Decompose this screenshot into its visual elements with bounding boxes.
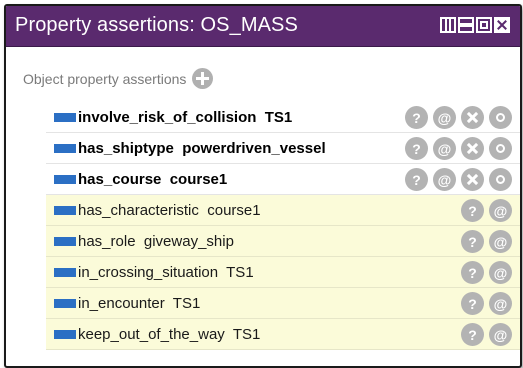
explain-button[interactable]: ? bbox=[405, 106, 428, 129]
explain-button[interactable]: ? bbox=[461, 230, 484, 253]
annotate-button[interactable]: @ bbox=[433, 168, 456, 191]
annotate-button[interactable]: @ bbox=[489, 292, 512, 315]
explain-button[interactable]: ? bbox=[461, 199, 484, 222]
panel-titlebar: Property assertions: OS_MASS bbox=[6, 6, 520, 47]
assertion-row[interactable]: has_shiptype powerdriven_vessel? @ bbox=[46, 133, 520, 164]
object-property-icon bbox=[54, 267, 76, 277]
assertion-row[interactable]: has_characteristic course1? @ bbox=[46, 195, 520, 226]
delete-button[interactable] bbox=[461, 106, 484, 129]
row-actions: ? @ bbox=[405, 106, 512, 129]
object-property-icon bbox=[54, 298, 76, 308]
close-icon[interactable] bbox=[494, 17, 510, 33]
assertion-text: has_characteristic course1 bbox=[78, 201, 261, 219]
assertion-text: in_encounter TS1 bbox=[78, 294, 201, 312]
window-controls bbox=[440, 17, 510, 33]
row-actions: ? @ bbox=[461, 323, 512, 346]
edit-button[interactable] bbox=[489, 106, 512, 129]
panel-title: Property assertions: OS_MASS bbox=[15, 14, 298, 36]
add-assertion-button[interactable] bbox=[192, 68, 214, 89]
assertion-text: involve_risk_of_collision TS1 bbox=[78, 108, 293, 126]
object-property-icon bbox=[54, 205, 76, 215]
row-actions: ? @ bbox=[461, 199, 512, 222]
assertion-list: involve_risk_of_collision TS1? @ has_shipt… bbox=[46, 102, 520, 350]
object-property-icon bbox=[54, 174, 76, 184]
annotate-button[interactable]: @ bbox=[489, 261, 512, 284]
assertion-row[interactable]: in_crossing_situation TS1? @ bbox=[46, 257, 520, 288]
edit-button[interactable] bbox=[489, 137, 512, 160]
object-property-icon bbox=[54, 236, 76, 246]
assertion-row[interactable]: keep_out_of_the_way TS1? @ bbox=[46, 319, 520, 350]
section-label: Object property assertions bbox=[23, 70, 187, 87]
annotate-button[interactable]: @ bbox=[489, 230, 512, 253]
object-property-icon bbox=[54, 329, 76, 339]
annotate-button[interactable]: @ bbox=[433, 106, 456, 129]
row-actions: ? @ bbox=[461, 292, 512, 315]
row-actions: ? @ bbox=[405, 137, 512, 160]
assertion-text: has_course course1 bbox=[78, 170, 228, 188]
split-horizontal-icon[interactable] bbox=[458, 17, 474, 33]
delete-button[interactable] bbox=[461, 137, 484, 160]
annotate-button[interactable]: @ bbox=[489, 323, 512, 346]
explain-button[interactable]: ? bbox=[405, 168, 428, 191]
assertion-row[interactable]: involve_risk_of_collision TS1? @ bbox=[46, 102, 520, 133]
assertion-text: has_role giveway_ship bbox=[78, 232, 234, 250]
row-actions: ? @ bbox=[461, 230, 512, 253]
object-property-icon bbox=[54, 143, 76, 153]
delete-button[interactable] bbox=[461, 168, 484, 191]
assertion-row[interactable]: has_course course1? @ bbox=[46, 164, 520, 195]
explain-button[interactable]: ? bbox=[461, 261, 484, 284]
assertion-row[interactable]: has_role giveway_ship? @ bbox=[46, 226, 520, 257]
property-assertions-panel: Property assertions: OS_MASS Object prop… bbox=[4, 4, 522, 368]
assertion-text: in_crossing_situation TS1 bbox=[78, 263, 254, 281]
annotate-button[interactable]: @ bbox=[433, 137, 456, 160]
assertion-text: keep_out_of_the_way TS1 bbox=[78, 325, 261, 343]
edit-button[interactable] bbox=[489, 168, 512, 191]
assertion-text: has_shiptype powerdriven_vessel bbox=[78, 139, 326, 157]
maximize-icon[interactable] bbox=[476, 17, 492, 33]
explain-button[interactable]: ? bbox=[405, 137, 428, 160]
split-vertical-icon[interactable] bbox=[440, 17, 456, 33]
annotate-button[interactable]: @ bbox=[489, 199, 512, 222]
row-actions: ? @ bbox=[405, 168, 512, 191]
assertion-row[interactable]: in_encounter TS1? @ bbox=[46, 288, 520, 319]
object-property-icon bbox=[54, 112, 76, 122]
explain-button[interactable]: ? bbox=[461, 292, 484, 315]
object-property-assertions-header: Object property assertions bbox=[23, 68, 214, 89]
row-actions: ? @ bbox=[461, 261, 512, 284]
explain-button[interactable]: ? bbox=[461, 323, 484, 346]
